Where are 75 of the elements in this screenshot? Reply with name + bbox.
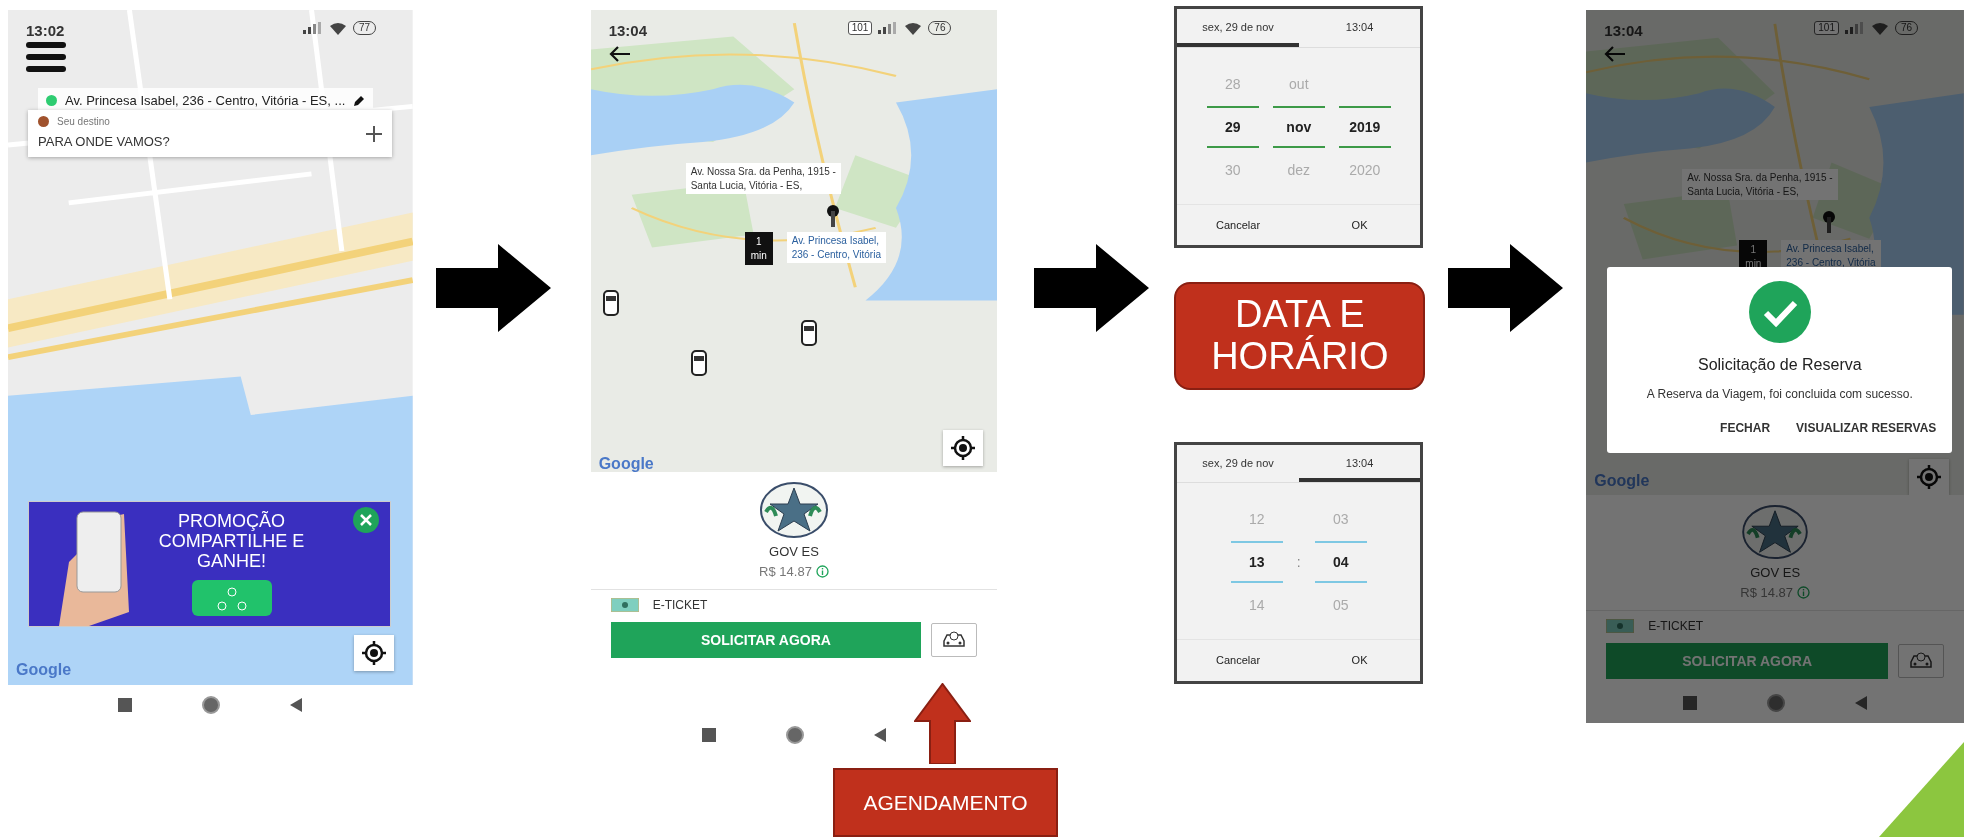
circle-icon[interactable] (786, 726, 804, 744)
signal-icon (878, 22, 899, 34)
promo-text: PROMOÇÃO COMPARTILHE E GANHE! (157, 512, 306, 572)
status-time: 13:02 (26, 21, 65, 41)
share-icon[interactable] (191, 579, 272, 616)
destination-address-label: Av. Princesa Isabel, 236 - Centro, Vitória (786, 232, 886, 263)
wheel-selected-value[interactable]: 29 (1206, 105, 1259, 148)
service-name: GOV ES (1750, 564, 1801, 582)
pickup-address-label: Av. Nossa Sra. da Penha, 1915 - Santa Lucia, Vitória - ES, (1682, 169, 1838, 200)
status-time: 13:04 (1604, 21, 1643, 41)
ticket-icon (1606, 619, 1635, 633)
status-time: 13:04 (608, 21, 648, 41)
payment-method: E-TICKET (652, 597, 708, 614)
map-logo: Google (598, 454, 654, 472)
back-triangle-icon[interactable] (874, 728, 886, 742)
pencil-icon[interactable] (353, 94, 366, 107)
status-badge: 101 (847, 21, 873, 35)
wheel-selected-value[interactable]: 2019 (1338, 105, 1391, 148)
service-price: R$ 14.87 (759, 562, 812, 581)
map-logo: Google (1594, 471, 1650, 491)
square-icon[interactable] (1683, 696, 1698, 710)
back-arrow-icon[interactable] (608, 46, 631, 62)
service-price: R$ 14.87 (1740, 583, 1794, 602)
right-arrow-icon (1448, 244, 1564, 332)
promo-banner[interactable]: PROMOÇÃO COMPARTILHE E GANHE! (28, 501, 391, 627)
wheel-selected-value[interactable]: 13 (1230, 541, 1283, 584)
destination-label: Seu destino (57, 115, 110, 129)
signal-icon (303, 22, 323, 34)
eta-label: 1 min (744, 232, 773, 265)
check-icon (1748, 281, 1811, 343)
dialog-title: Solicitação de Reserva (1698, 355, 1862, 375)
date-time-label: DATA E HORÁRIO (1174, 282, 1426, 390)
emblem-icon (1741, 505, 1810, 559)
time-separator: : (1296, 552, 1301, 572)
scheduling-label: AGENDAMENTO (833, 768, 1058, 837)
back-triangle-icon[interactable] (1855, 696, 1868, 710)
signal-icon (1845, 22, 1865, 34)
car-icon (602, 290, 619, 316)
square-icon[interactable] (118, 698, 133, 712)
pin-icon (1822, 211, 1837, 233)
wifi-icon (904, 21, 923, 35)
car-icon (690, 350, 707, 376)
wifi-icon (1871, 21, 1889, 35)
car-icon (800, 320, 817, 346)
car-icon (1908, 652, 1934, 670)
schedule-button[interactable] (931, 623, 978, 657)
pin-icon (825, 205, 840, 227)
car-icon (941, 631, 968, 649)
close-icon[interactable] (353, 507, 379, 533)
circle-icon[interactable] (202, 696, 221, 714)
service-name: GOV ES (769, 543, 819, 561)
back-triangle-icon[interactable] (290, 698, 303, 712)
ticket-icon (610, 598, 639, 612)
status-badge: 101 (1814, 21, 1839, 35)
payment-method: E-TICKET (1648, 618, 1703, 635)
dialog-message: A Reserva da Viagem, foi concluida com sucesso. (1646, 386, 1913, 403)
wifi-icon (329, 21, 347, 35)
wheel-selected-value[interactable]: 04 (1314, 541, 1367, 584)
info-icon[interactable] (815, 564, 829, 578)
map-logo: Google (16, 660, 72, 680)
pickup-address-label: Av. Nossa Sra. da Penha, 1915 - Santa Lucia, Vitória - ES, (685, 163, 841, 194)
locate-button[interactable] (942, 430, 983, 466)
plus-icon[interactable] (366, 125, 382, 142)
destination-field[interactable]: Seu destino PARA ONDE VAMOS? (28, 110, 392, 157)
schedule-button[interactable] (1898, 644, 1944, 678)
emblem-icon (760, 482, 828, 538)
locate-button[interactable] (354, 635, 394, 671)
menu-icon[interactable] (26, 42, 66, 72)
right-arrow-icon (435, 244, 551, 332)
circle-icon[interactable] (1767, 694, 1786, 712)
up-arrow-icon (914, 683, 971, 764)
wheel-selected-value[interactable]: nov (1272, 105, 1325, 148)
origin-address: Av. Princesa Isabel, 236 - Centro, Vitória - ES, ... (65, 92, 346, 110)
right-arrow-icon (1034, 244, 1150, 332)
destination-input[interactable]: PARA ONDE VAMOS? (38, 132, 288, 152)
